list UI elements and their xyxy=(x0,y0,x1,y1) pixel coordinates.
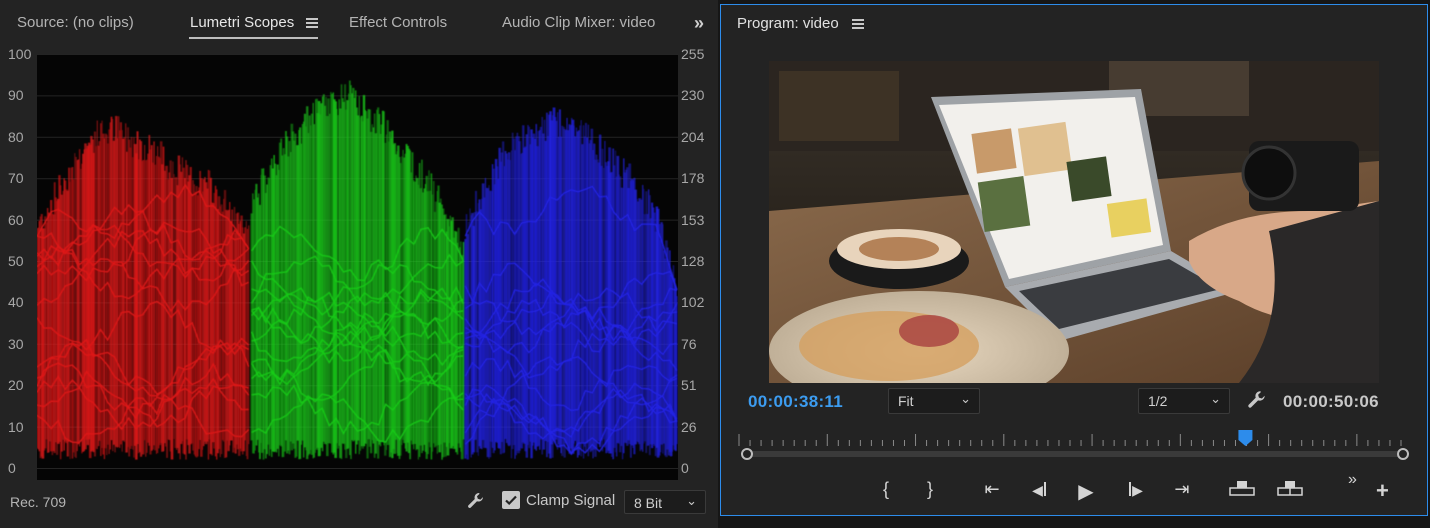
color-space-label: Rec. 709 xyxy=(10,494,67,510)
scope-left-tick: 70 xyxy=(8,170,24,187)
mark-out-icon[interactable]: } xyxy=(917,479,943,500)
scope-left-tick: 0 xyxy=(8,460,16,476)
zoom-fit-select[interactable]: Fit ⌄ xyxy=(888,388,980,414)
lumetri-scopes-panel: Source: (no clips) Lumetri Scopes Effect… xyxy=(0,0,718,528)
clamp-signal-label: Clamp Signal xyxy=(526,492,616,509)
double-chevron-right-icon[interactable]: » xyxy=(1348,471,1357,489)
timeline-ruler-graphic xyxy=(738,430,1409,460)
current-timecode[interactable]: 00:00:38:11 xyxy=(748,392,843,412)
mark-in-icon[interactable]: { xyxy=(873,479,899,500)
step-forward-icon[interactable]: ▶ xyxy=(1123,479,1149,500)
program-video-frame[interactable] xyxy=(769,61,1379,383)
scope-right-tick: 102 xyxy=(681,294,705,311)
plus-icon[interactable]: + xyxy=(1376,478,1389,504)
program-timeline-ruler[interactable] xyxy=(735,428,1415,468)
zoom-value: Fit xyxy=(898,393,914,409)
bit-depth-value: 8 Bit xyxy=(634,495,663,511)
program-monitor-title: Program: video xyxy=(737,15,839,32)
parade-graph xyxy=(37,54,678,469)
scope-right-tick: 76 xyxy=(681,335,697,352)
scope-right-tick: 153 xyxy=(681,211,705,228)
scope-right-tick: 26 xyxy=(681,418,697,435)
playhead-marker[interactable] xyxy=(1238,430,1253,446)
tab-audio-clip-mixer[interactable]: Audio Clip Mixer: video xyxy=(502,14,660,31)
clamp-signal-checkbox[interactable] xyxy=(502,491,520,509)
lift-icon[interactable] xyxy=(1229,479,1255,502)
scope-right-tick: 204 xyxy=(681,128,705,145)
scope-left-tick: 80 xyxy=(8,128,24,145)
scope-right-tick: 0 xyxy=(681,460,689,476)
go-to-out-icon[interactable]: ⇥ xyxy=(1169,479,1195,500)
scope-left-tick: 60 xyxy=(8,211,24,228)
wrench-icon[interactable] xyxy=(1246,389,1268,411)
zoom-handle-left[interactable] xyxy=(741,448,753,460)
scope-right-tick: 128 xyxy=(681,253,705,269)
resolution-value: 1/2 xyxy=(1148,393,1168,409)
scope-left-tick: 40 xyxy=(8,294,24,311)
extract-icon[interactable] xyxy=(1277,479,1303,502)
chevron-down-icon: ⌄ xyxy=(960,391,971,406)
blue-channel-trace xyxy=(464,107,678,460)
tab-source[interactable]: Source: (no clips) xyxy=(17,14,134,31)
double-chevron-right-icon[interactable]: » xyxy=(694,13,704,34)
hamburger-menu-icon[interactable] xyxy=(852,19,864,29)
scope-left-tick: 30 xyxy=(8,335,24,352)
scope-left-tick: 50 xyxy=(8,253,24,269)
left-tab-bar: Source: (no clips) Lumetri Scopes Effect… xyxy=(0,0,718,46)
tab-lumetri-scopes[interactable]: Lumetri Scopes xyxy=(190,14,294,31)
hamburger-menu-icon[interactable] xyxy=(306,18,318,28)
rgb-parade-scope: 100 255 90 230 80 204 70 178 60 153 50 128 40 102 30 76… xyxy=(0,46,718,484)
chevron-down-icon: ⌄ xyxy=(1210,391,1221,406)
checkmark-icon xyxy=(505,495,517,506)
tab-effect-controls[interactable]: Effect Controls xyxy=(349,14,447,31)
scope-right-tick: 230 xyxy=(681,87,705,104)
step-back-icon[interactable]: ◀ xyxy=(1026,479,1052,500)
playback-resolution-select[interactable]: 1/2 ⌄ xyxy=(1138,388,1230,414)
scope-footer: Rec. 709 Clamp Signal 8 Bit ⌄ xyxy=(0,484,718,528)
go-to-in-icon[interactable]: ⇤ xyxy=(979,479,1005,500)
scope-right-tick: 51 xyxy=(681,377,697,394)
scope-left-tick: 10 xyxy=(8,418,24,435)
wrench-icon[interactable] xyxy=(466,491,486,511)
play-icon[interactable]: ▶ xyxy=(1073,479,1099,504)
scope-left-tick: 20 xyxy=(8,377,24,394)
scope-left-tick: 90 xyxy=(8,87,24,104)
bit-depth-select[interactable]: 8 Bit ⌄ xyxy=(624,490,706,514)
active-tab-underline xyxy=(189,37,318,39)
duration-timecode: 00:00:50:06 xyxy=(1283,392,1379,411)
zoom-handle-right[interactable] xyxy=(1397,448,1409,460)
scope-right-tick: 178 xyxy=(681,170,705,187)
program-monitor-panel: Program: video 00:00:38:11 Fit ⌄ 1/2 ⌄ 0… xyxy=(720,4,1428,516)
scope-left-tick: 100 xyxy=(8,46,32,62)
video-frame-image xyxy=(769,61,1379,383)
chevron-down-icon: ⌄ xyxy=(686,493,697,508)
scope-right-tick: 255 xyxy=(681,46,705,62)
red-channel-trace xyxy=(37,116,250,460)
